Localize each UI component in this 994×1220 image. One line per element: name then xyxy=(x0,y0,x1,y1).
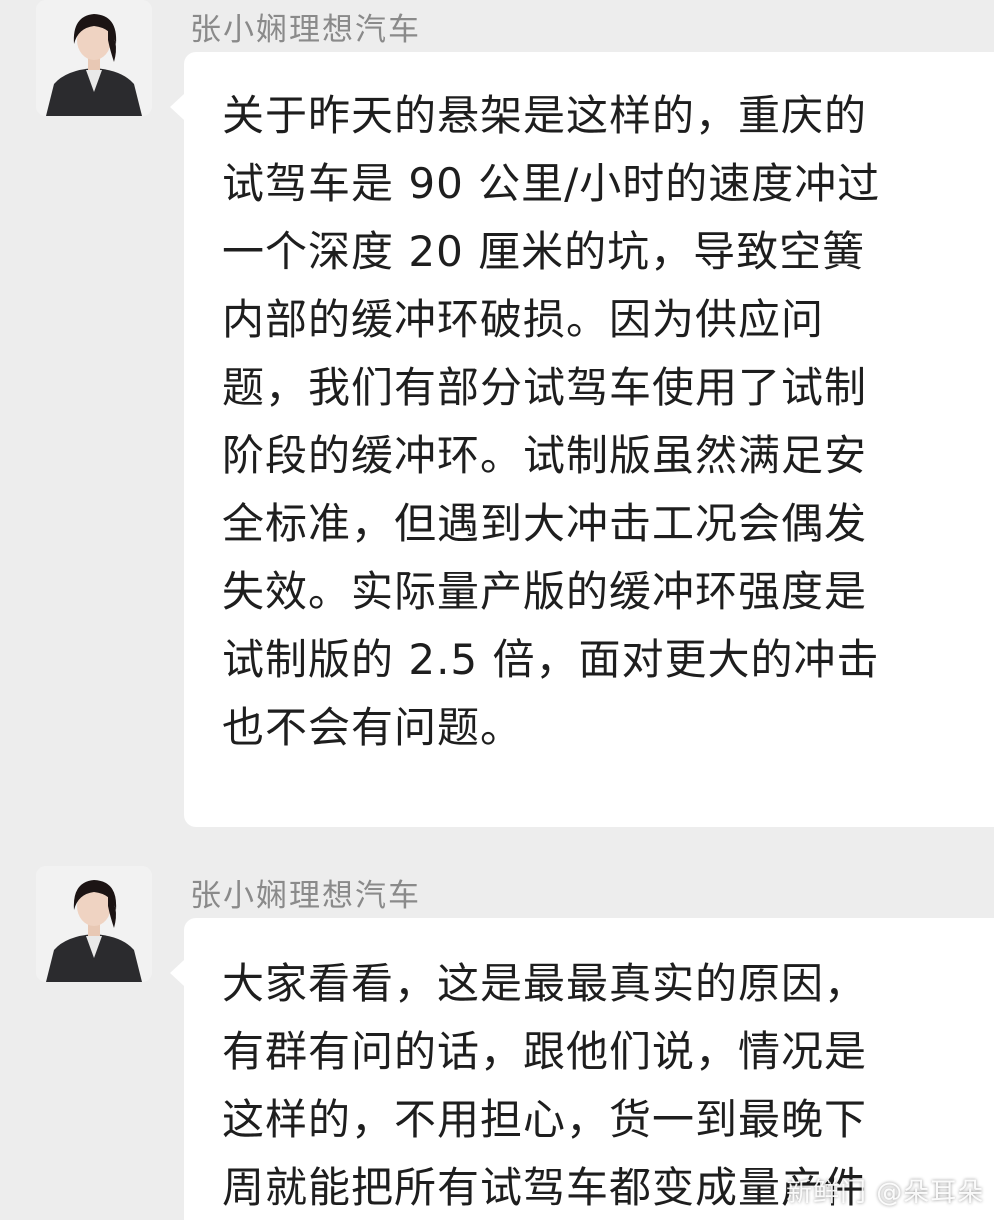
message-bubble[interactable]: 关于昨天的悬架是这样的，重庆的 试驾车是 90 公里/小时的速度冲过 一个深度 … xyxy=(170,52,994,827)
message-line: 有群有问的话，跟他们说，情况是 xyxy=(222,1027,868,1076)
message-line: 失效。实际量产版的缓冲环强度是 xyxy=(222,567,868,616)
watermark: 新鲜门 @朵耳朵 xyxy=(786,1178,985,1208)
message-line: 内部的缓冲环破损。因为供应问 xyxy=(222,295,825,344)
message-line: 大家看看，这是最最真实的原因， xyxy=(222,959,868,1008)
chat-message: 张小娴理想汽车 大家看看，这是最最真实的原因， 有群有问的话，跟他们说，情况是 … xyxy=(0,864,994,1220)
chat-message: 张小娴理想汽车 关于昨天的悬架是这样的，重庆的 试驾车是 90 公里/小时的速度… xyxy=(0,0,994,830)
message-line: 这样的，不用担心，货一到最晚下 xyxy=(222,1095,868,1144)
message-line: 一个深度 20 厘米的坑，导致空簧 xyxy=(222,227,866,276)
message-line: 试制版的 2.5 倍，面对更大的冲击 xyxy=(222,635,880,684)
profile-photo-icon xyxy=(36,0,152,116)
message-line: 试驾车是 90 公里/小时的速度冲过 xyxy=(222,159,881,208)
message-line: 周就能把所有试驾车都变成量产件 xyxy=(222,1163,868,1212)
sender-name: 张小娴理想汽车 xyxy=(190,12,421,48)
sender-name: 张小娴理想汽车 xyxy=(190,878,421,914)
message-line: 阶段的缓冲环。试制版虽然满足安 xyxy=(222,431,868,480)
message-line: 题，我们有部分试驾车使用了试制 xyxy=(222,363,868,412)
message-line: 也不会有问题。 xyxy=(222,703,524,752)
message-line: 关于昨天的悬架是这样的，重庆的 xyxy=(222,91,868,140)
avatar[interactable] xyxy=(36,0,152,116)
message-line: 全标准，但遇到大冲击工况会偶发 xyxy=(222,499,868,548)
profile-photo-icon xyxy=(36,866,152,982)
avatar[interactable] xyxy=(36,866,152,982)
